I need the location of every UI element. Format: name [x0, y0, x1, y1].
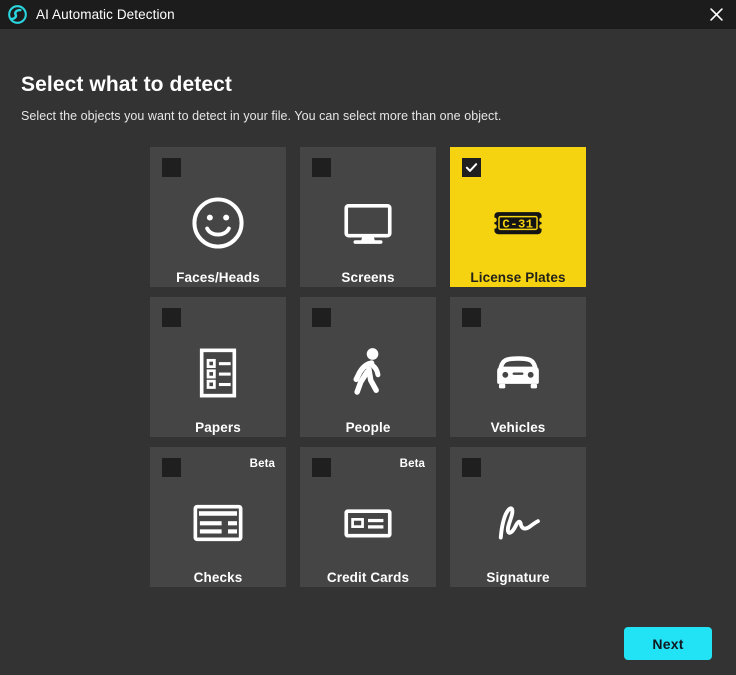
- check-document-icon: [189, 490, 247, 556]
- checkbox-vehicles[interactable]: [462, 308, 481, 327]
- title-bar: AI Automatic Detection: [0, 0, 736, 29]
- option-card-screens[interactable]: Screens: [300, 147, 436, 287]
- ai-swirl-logo-icon: [8, 5, 27, 24]
- checkbox-papers[interactable]: [162, 308, 181, 327]
- option-label-screens: Screens: [341, 270, 395, 285]
- credit-card-icon: [339, 490, 397, 556]
- option-card-checks[interactable]: Beta Checks: [150, 447, 286, 587]
- window-title: AI Automatic Detection: [36, 7, 175, 22]
- close-icon[interactable]: [696, 0, 736, 29]
- dialog-body: Select what to detect Select the objects…: [0, 29, 736, 675]
- signature-icon: [489, 490, 547, 556]
- checkbox-faces-heads[interactable]: [162, 158, 181, 177]
- monitor-icon: [339, 190, 397, 256]
- option-card-faces-heads[interactable]: Faces/Heads: [150, 147, 286, 287]
- beta-badge-credit-cards: Beta: [399, 458, 425, 470]
- svg-text:C-31: C-31: [502, 218, 533, 232]
- checkbox-license-plates[interactable]: [462, 158, 481, 177]
- option-card-papers[interactable]: Papers: [150, 297, 286, 437]
- option-label-faces-heads: Faces/Heads: [176, 270, 260, 285]
- next-button[interactable]: Next: [624, 627, 712, 660]
- walking-person-icon: [339, 340, 397, 406]
- page-title: Select what to detect: [21, 73, 232, 96]
- option-card-people[interactable]: People: [300, 297, 436, 437]
- checkbox-screens[interactable]: [312, 158, 331, 177]
- option-card-signature[interactable]: Signature: [450, 447, 586, 587]
- document-list-icon: [189, 340, 247, 406]
- checkbox-checks[interactable]: [162, 458, 181, 477]
- license-plate-icon: C-31: [489, 190, 547, 256]
- option-label-people: People: [345, 420, 391, 435]
- car-icon: [489, 340, 547, 406]
- option-label-credit-cards: Credit Cards: [326, 570, 410, 585]
- option-label-checks: Checks: [193, 570, 243, 585]
- checkbox-credit-cards[interactable]: [312, 458, 331, 477]
- checkbox-signature[interactable]: [462, 458, 481, 477]
- checkbox-people[interactable]: [312, 308, 331, 327]
- option-card-credit-cards[interactable]: Beta Credit Cards: [300, 447, 436, 587]
- option-label-papers: Papers: [195, 420, 241, 435]
- option-label-license-plates: License Plates: [470, 270, 566, 285]
- option-label-vehicles: Vehicles: [490, 420, 546, 435]
- smiley-face-icon: [189, 190, 247, 256]
- option-card-license-plates[interactable]: C-31 License Plates: [450, 147, 586, 287]
- option-label-signature: Signature: [486, 570, 550, 585]
- beta-badge-checks: Beta: [249, 458, 275, 470]
- detection-options-grid: Faces/Heads Screens C-31 License Plates …: [150, 147, 586, 587]
- page-subtitle: Select the objects you want to detect in…: [21, 109, 502, 123]
- option-card-vehicles[interactable]: Vehicles: [450, 297, 586, 437]
